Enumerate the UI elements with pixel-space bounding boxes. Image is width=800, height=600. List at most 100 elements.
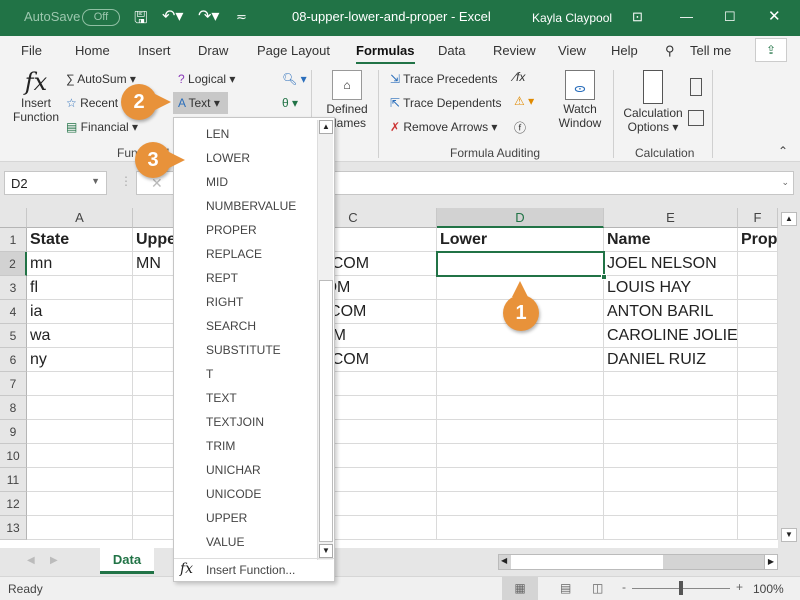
- menu-item-search[interactable]: SEARCH: [206, 314, 256, 338]
- cell-A1[interactable]: State: [27, 228, 133, 252]
- row-header[interactable]: 11: [0, 468, 27, 492]
- maximize-icon[interactable]: ☐: [724, 9, 736, 25]
- cell-D9[interactable]: [437, 420, 604, 444]
- cell-A3[interactable]: fl: [27, 276, 133, 300]
- insert-function-menu-item[interactable]: fx Insert Function...: [174, 559, 334, 581]
- zoom-out-button[interactable]: -: [622, 580, 626, 594]
- cell-F8[interactable]: [738, 396, 778, 420]
- cell-D13[interactable]: [437, 516, 604, 540]
- worksheet-grid[interactable]: ABCDEF1StateUpperLowerNameProper2mnMNNAS…: [0, 208, 778, 540]
- cell-A4[interactable]: ia: [27, 300, 133, 324]
- row-header[interactable]: 7: [0, 372, 27, 396]
- menu-item-lower[interactable]: LOWER: [206, 146, 250, 170]
- scroll-thumb[interactable]: [511, 555, 663, 569]
- cell-F4[interactable]: [738, 300, 778, 324]
- recent-button[interactable]: ☆ Recent: [66, 96, 118, 110]
- customize-qat-icon[interactable]: ≂: [236, 9, 247, 25]
- menu-item-upper[interactable]: UPPER: [206, 506, 247, 530]
- tab-view[interactable]: View: [558, 43, 586, 58]
- sheet-tab-data[interactable]: Data: [100, 548, 154, 574]
- cell-A9[interactable]: [27, 420, 133, 444]
- cell-E5[interactable]: CAROLINE JOLIE: [604, 324, 738, 348]
- row-header[interactable]: 8: [0, 396, 27, 420]
- tab-file[interactable]: File: [21, 43, 42, 58]
- math-trig-icon[interactable]: θ ▾: [282, 96, 298, 110]
- dropdown-scrollbar[interactable]: ▲ ▼: [317, 120, 333, 560]
- row-header[interactable]: 13: [0, 516, 27, 540]
- cell-F3[interactable]: [738, 276, 778, 300]
- cell-A13[interactable]: [27, 516, 133, 540]
- normal-view-icon[interactable]: ▦: [502, 577, 538, 600]
- save-icon[interactable]: 🖫: [134, 7, 148, 34]
- tab-page-layout[interactable]: Page Layout: [257, 43, 330, 58]
- row-header[interactable]: 2: [0, 252, 27, 276]
- zoom-in-button[interactable]: +: [736, 580, 743, 594]
- autosave-toggle[interactable]: Off: [82, 9, 120, 26]
- scroll-up-icon[interactable]: ▲: [781, 212, 797, 226]
- menu-item-proper[interactable]: PROPER: [206, 218, 257, 242]
- cell-F1[interactable]: Proper: [738, 228, 778, 252]
- menu-item-right[interactable]: RIGHT: [206, 290, 243, 314]
- calculation-options-button[interactable]: Calculation Options ▾: [620, 70, 686, 134]
- remove-arrows-button[interactable]: ✗ Remove Arrows ▾: [390, 120, 497, 134]
- cell-D12[interactable]: [437, 492, 604, 516]
- name-box[interactable]: D2 ▼: [4, 171, 107, 195]
- lookup-icon[interactable]: 🔍︎ ▾: [282, 72, 307, 86]
- row-header[interactable]: 12: [0, 492, 27, 516]
- cell-D7[interactable]: [437, 372, 604, 396]
- error-checking-icon[interactable]: ⚠ ▾: [514, 94, 534, 108]
- fill-handle[interactable]: [601, 274, 607, 280]
- menu-item-rept[interactable]: REPT: [206, 266, 238, 290]
- menu-item-textjoin[interactable]: TEXTJOIN: [206, 410, 264, 434]
- redo-icon[interactable]: ↷▾: [198, 6, 219, 26]
- cell-A10[interactable]: [27, 444, 133, 468]
- row-header[interactable]: 1: [0, 228, 27, 252]
- evaluate-formula-icon[interactable]: ⓕ: [514, 119, 526, 136]
- menu-item-value[interactable]: VALUE: [206, 530, 244, 554]
- cell-F10[interactable]: [738, 444, 778, 468]
- row-header[interactable]: 9: [0, 420, 27, 444]
- row-header[interactable]: 4: [0, 300, 27, 324]
- cell-E8[interactable]: [604, 396, 738, 420]
- column-header-E[interactable]: E: [604, 208, 738, 228]
- active-cell-D2[interactable]: [436, 251, 605, 277]
- autosum-button[interactable]: ∑ AutoSum ▾: [66, 72, 136, 86]
- column-header-A[interactable]: A: [27, 208, 133, 228]
- cell-F2[interactable]: [738, 252, 778, 276]
- cell-E2[interactable]: JOEL NELSON: [604, 252, 738, 276]
- tab-review[interactable]: Review: [493, 43, 536, 58]
- menu-item-trim[interactable]: TRIM: [206, 434, 235, 458]
- menu-item-unicode[interactable]: UNICODE: [206, 482, 261, 506]
- scroll-up-icon[interactable]: ▲: [319, 120, 333, 134]
- menu-item-substitute[interactable]: SUBSTITUTE: [206, 338, 281, 362]
- zoom-level[interactable]: 100%: [753, 582, 784, 596]
- page-layout-view-icon[interactable]: ▤: [560, 581, 571, 595]
- menu-item-len[interactable]: LEN: [206, 122, 229, 146]
- cell-E7[interactable]: [604, 372, 738, 396]
- show-formulas-icon[interactable]: ⁄fx: [514, 70, 525, 84]
- cell-A8[interactable]: [27, 396, 133, 420]
- row-header[interactable]: 6: [0, 348, 27, 372]
- cell-A7[interactable]: [27, 372, 133, 396]
- column-header-F[interactable]: F: [738, 208, 778, 228]
- next-sheet-icon[interactable]: ▶: [50, 555, 58, 566]
- prev-sheet-icon[interactable]: ◀: [27, 555, 35, 566]
- tab-data[interactable]: Data: [438, 43, 465, 58]
- cell-A5[interactable]: wa: [27, 324, 133, 348]
- calculate-sheet-icon[interactable]: [688, 110, 704, 126]
- cell-D8[interactable]: [437, 396, 604, 420]
- ribbon-display-icon[interactable]: ⊡: [632, 9, 643, 25]
- row-header[interactable]: 10: [0, 444, 27, 468]
- cell-D10[interactable]: [437, 444, 604, 468]
- calculate-now-icon[interactable]: [690, 78, 702, 96]
- scroll-down-icon[interactable]: ▼: [781, 528, 797, 542]
- scroll-thumb[interactable]: [319, 280, 333, 542]
- cell-E4[interactable]: ANTON BARIL: [604, 300, 738, 324]
- watch-window-button[interactable]: ᯣ Watch Window: [553, 70, 607, 130]
- tab-help[interactable]: Help: [611, 43, 638, 58]
- cell-E12[interactable]: [604, 492, 738, 516]
- user-name[interactable]: Kayla Claypool: [532, 11, 612, 25]
- horizontal-scrollbar[interactable]: ◀: [498, 554, 778, 570]
- insert-function-button[interactable]: fx Insert Function: [8, 68, 64, 124]
- close-icon[interactable]: ✕: [768, 7, 781, 25]
